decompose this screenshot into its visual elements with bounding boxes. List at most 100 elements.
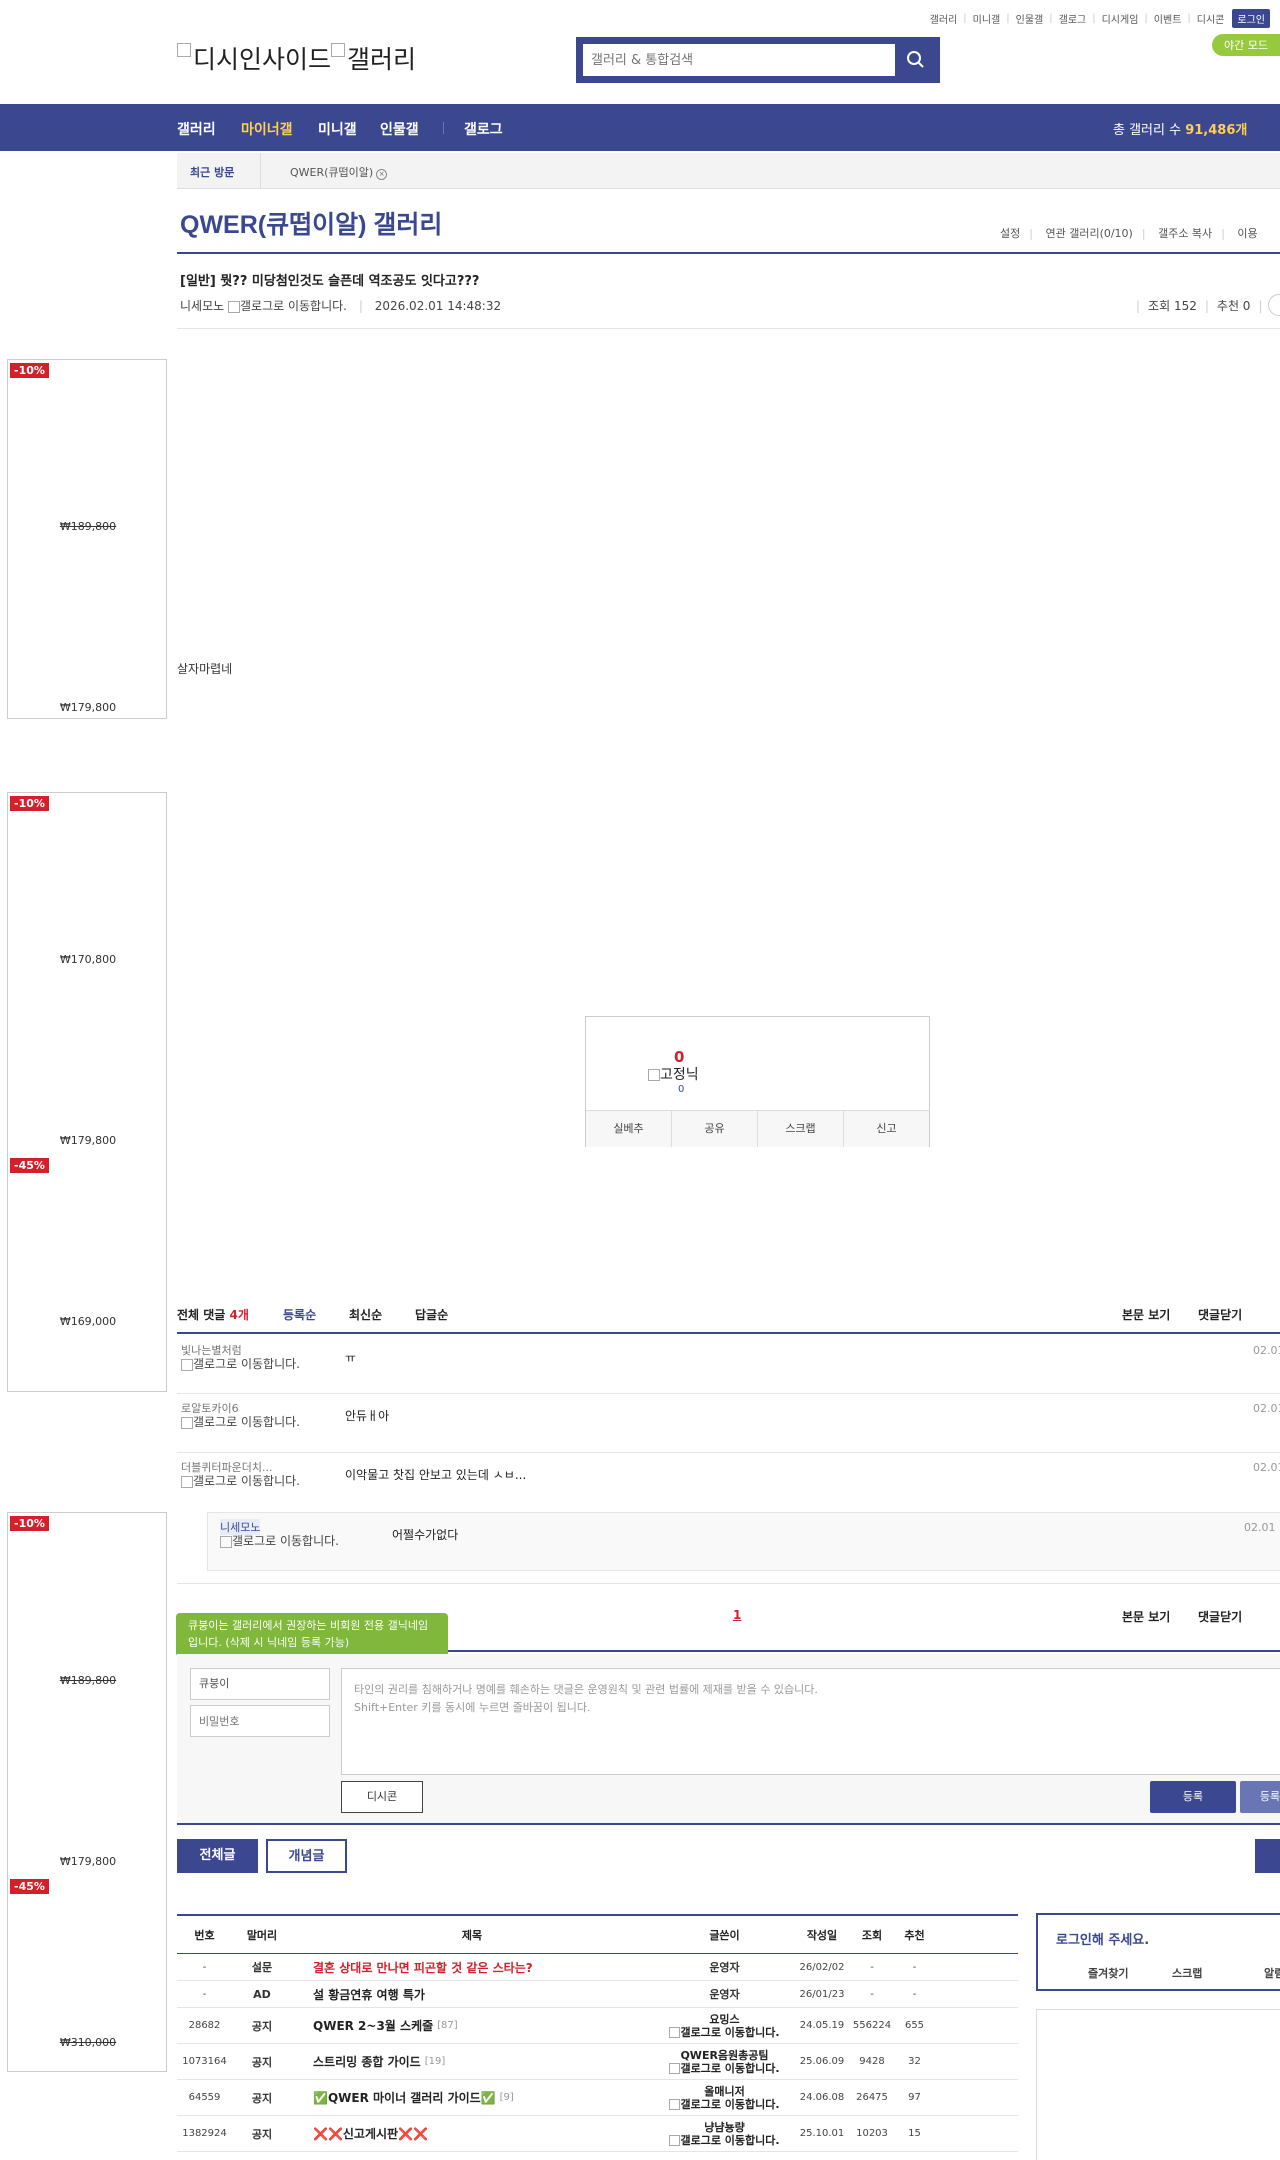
login-prompt[interactable]: 로그인해 주세요. [1056,1929,1149,1948]
top-link-person[interactable]: 인물갤 [1016,11,1044,26]
sort-latest[interactable]: 최신순 [349,1306,382,1323]
gallog-link-label: 갤로그로 이동합니다. [193,1415,300,1429]
comment-nickname[interactable]: 더블퀴터파운더치... [181,1459,272,1475]
comment-nickname[interactable]: 로알토카이6 [181,1400,239,1416]
comment-write-area: 큐붕이 타인의 권리를 침해하거나 명예를 훼손하는 댓글은 운영원칙 및 관련… [177,1654,1280,1825]
post-prefix: 공지 [251,2091,273,2105]
post-title-link[interactable]: 스트리밍 종합 가이드 [19] [313,2044,653,2079]
post-writer[interactable]: 요밍스 갤로그로 이동합니다. [657,2008,792,2043]
nav-minor-gallery[interactable]: 마이너갤 [241,119,293,139]
sidebar-ad[interactable] [1036,2009,1280,2160]
top-link-gallog[interactable]: 갤로그 [1059,11,1087,26]
password-field[interactable] [190,1705,330,1737]
favorites-link[interactable]: 즐겨찾기 [1088,1965,1128,1981]
author-nickname[interactable]: 니세모노 [180,299,224,313]
post-title-link[interactable]: ✅QWER 마이너 갤러리 가이드✅ [9] [313,2080,653,2115]
gallog-link[interactable]: 갤로그로 이동합니다. [220,1535,350,1548]
usage-link[interactable]: 이용 [1237,227,1257,240]
ad-banner[interactable]: -10% ₩189,800 ₩179,800 -45% ₩310,000 [7,1512,167,2072]
top-link-dccon[interactable]: 디시콘 [1197,11,1225,26]
search-input[interactable] [583,44,897,76]
view-body-link[interactable]: 본문 보기 [1122,1608,1170,1625]
gallog-link[interactable]: 갤로그로 이동합니다. [181,1358,311,1371]
post-prefix: 공지 [251,2019,273,2033]
fixed-nick-recommend[interactable]: 고정닉 [648,1064,699,1084]
gallery-title[interactable]: QWER(큐떱이알) 갤러리 [180,205,442,241]
post-title-link[interactable]: ❌❌신고게시판❌❌ [313,2116,653,2151]
share-button[interactable]: 공유 [672,1111,758,1147]
post-writer[interactable]: 냥냠뇽량 갤로그로 이동합니다. [657,2116,792,2151]
scrap-button[interactable]: 스크랩 [758,1111,844,1147]
discount-badge: -45% [10,1879,49,1894]
post-number: 1382924 [182,2128,227,2139]
top-link-event[interactable]: 이벤트 [1154,11,1182,26]
comment-nickname[interactable]: 빛나는별처럼 [181,1342,242,1358]
main-nav: 갤러리 마이너갤 미니갤 인물갤 갤로그 총 갤러리 수 91,486개 [0,104,1280,151]
post-views: 10203 [856,2128,888,2139]
close-comments-link[interactable]: 댓글닫기 [1198,1608,1242,1625]
report-button[interactable]: 신고 [844,1111,929,1147]
login-button[interactable]: 로그인 [1232,9,1270,28]
comment-page-1[interactable]: 1 [733,1608,741,1622]
post-date: 2026.02.01 14:48:32 [374,299,502,313]
post-title-link[interactable]: 결혼 상대로 만나면 피곤할 것 같은 스타는? [313,1954,653,1980]
table-row[interactable]: - 설문 결혼 상대로 만나면 피곤할 것 같은 스타는? 운영자 26/02/… [177,1954,1018,1981]
tab-all-posts[interactable]: 전체글 [177,1839,258,1873]
post-number: - [202,1961,207,1973]
top-links: 갤러리 | 미니갤 | 인물갤 | 갤로그 | 디시게임 | 이벤트 | 디시콘 로그인 [930,9,1270,28]
gallog-link[interactable]: 갤로그로 이동합니다. [181,1416,311,1429]
reply-nickname[interactable]: 니세모노 [220,1519,261,1535]
submit-button[interactable]: 등록 [1150,1781,1236,1813]
post-title-link[interactable]: QWER 2~3월 스케줄 [87] [313,2008,653,2043]
related-gallery-link[interactable]: 연관 갤러리(0/10) [1045,227,1132,240]
table-row[interactable]: 1382924 공지 ❌❌신고게시판❌❌ 냥냠뇽량 갤로그로 이동합니다. 25.… [177,2116,1018,2152]
post-title-link[interactable]: 설 황금연휴 여행 특가 [313,1981,653,2007]
ad-banner[interactable]: -10% ₩170,800 ₩179,800 -45% ₩169,000 [7,792,167,1392]
gallog-link[interactable]: 갤로그로 이동합니다. [240,299,347,313]
post-writer[interactable]: 운영자 [657,1954,792,1980]
close-comments-link[interactable]: 댓글닫기 [1198,1306,1242,1323]
nav-person-gallery[interactable]: 인물갤 [380,119,419,139]
ad-banner[interactable]: -10% ₩189,800 ₩179,800 [7,359,167,719]
search-button[interactable] [895,40,937,80]
post-writer[interactable]: QWER음원총공팀 갤로그로 이동합니다. [657,2044,792,2079]
sort-registered[interactable]: 등록순 [283,1306,316,1323]
post-prefix: 설문 [251,1961,273,1974]
dccon-button[interactable]: 디시콘 [341,1781,423,1813]
recent-visit-chip[interactable]: QWER(큐떱이알) × [290,164,388,180]
total-gallery-value: 91,486개 [1185,123,1248,138]
night-mode-toggle[interactable]: 야간 모드 [1212,34,1280,56]
table-row[interactable]: 1073164 공지 스트리밍 종합 가이드 [19] QWER음원총공팀 갤로그로… [177,2044,1018,2080]
post-writer[interactable]: 올매니저 갤로그로 이동합니다. [657,2080,792,2115]
fixed-nick-label: 고정닉 [660,1067,699,1083]
table-row[interactable]: 28682 공지 QWER 2~3월 스케줄 [87] 요밍스 갤로그로 이동합니다… [177,2008,1018,2044]
post-writer[interactable]: 운영자 [657,1981,792,2007]
write-button[interactable] [1255,1839,1280,1873]
view-body-link[interactable]: 본문 보기 [1122,1306,1170,1323]
sort-reply[interactable]: 답글순 [415,1306,448,1323]
nickname-field[interactable]: 큐붕이 [190,1668,330,1700]
nav-gallery[interactable]: 갤러리 [177,119,216,139]
tab-concept-posts[interactable]: 개념글 [266,1839,347,1873]
table-row[interactable]: - AD 설 황금연휴 여행 특가 운영자 26/01/23 - - [177,1981,1018,2008]
table-row[interactable]: 64559 공지 ✅QWER 마이너 갤러리 가이드✅ [9] 올매니저 갤로그로 … [177,2080,1018,2116]
comment-count: 4개 [229,1308,249,1322]
notification-link[interactable]: 알림 [1264,1965,1280,1981]
comment-reply-item: 니세모노 갤로그로 이동합니다. 어쩔수가없다 02.01 1 [207,1512,1280,1571]
top-link-dcgame[interactable]: 디시게임 [1102,11,1139,26]
logo-text-dcinside: 디시인사이드 [193,46,332,74]
nav-gallog[interactable]: 갤로그 [464,119,503,139]
comment-textarea[interactable]: 타인의 권리를 침해하거나 명예를 훼손하는 댓글은 운영원칙 및 관련 법률에… [341,1668,1280,1775]
best-recommend-button[interactable]: 실베추 [586,1111,672,1147]
close-icon[interactable]: × [376,169,388,180]
submit-and-recommend-button[interactable]: 등록 [1240,1781,1280,1813]
top-link-mini[interactable]: 미니갤 [973,11,1001,26]
copy-address-link[interactable]: 갤주소 복사 [1158,227,1212,240]
nav-mini-gallery[interactable]: 미니갤 [318,119,357,139]
post-views: - [870,1961,874,1973]
settings-link[interactable]: 설정 [1000,227,1020,240]
logo[interactable]: 디시인사이드 갤러리 [177,40,416,76]
gallog-link[interactable]: 갤로그로 이동합니다. [181,1475,311,1488]
top-link-gallery[interactable]: 갤러리 [930,11,958,26]
scrap-link[interactable]: 스크랩 [1172,1965,1202,1981]
